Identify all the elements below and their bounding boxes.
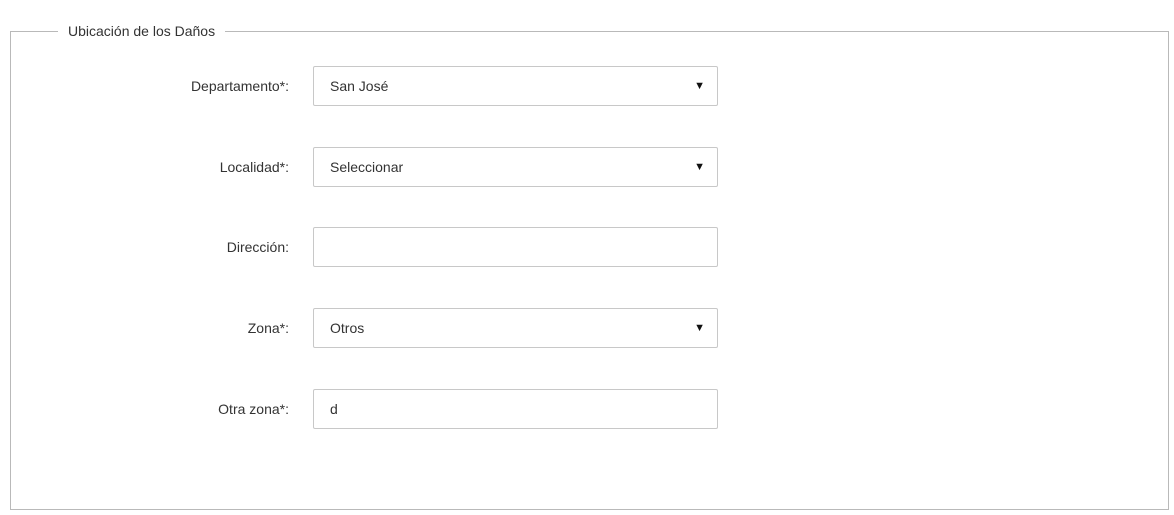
- chevron-down-icon: ▼: [694, 161, 705, 173]
- departamento-row: Departamento*: San José ▼: [0, 66, 1174, 106]
- departamento-select[interactable]: San José ▼: [313, 66, 718, 106]
- zona-select[interactable]: Otros ▼: [313, 308, 718, 348]
- departamento-label: Departamento*:: [190, 78, 289, 94]
- otra-zona-row: Otra zona*: d: [0, 389, 1174, 429]
- fieldset-legend: Ubicación de los Daños: [58, 22, 226, 40]
- departamento-value: San José: [330, 78, 389, 94]
- zona-value: Otros: [330, 320, 365, 336]
- chevron-down-icon: ▼: [694, 80, 705, 92]
- localidad-select[interactable]: Seleccionar ▼: [313, 147, 718, 187]
- localidad-value: Seleccionar: [330, 159, 404, 175]
- direccion-row: Dirección:: [0, 227, 1174, 267]
- localidad-row: Localidad*: Seleccionar ▼: [0, 147, 1174, 187]
- zona-row: Zona*: Otros ▼: [0, 308, 1174, 348]
- otra-zona-value: d: [330, 401, 338, 417]
- otra-zona-input[interactable]: d: [313, 389, 718, 429]
- form-frame: Ubicación de los Daños Departamento*: Sa…: [0, 0, 1174, 515]
- localidad-label: Localidad*:: [219, 159, 289, 175]
- otra-zona-label: Otra zona*:: [218, 401, 289, 417]
- direccion-label: Dirección:: [226, 239, 289, 255]
- direccion-input[interactable]: [313, 227, 718, 267]
- chevron-down-icon: ▼: [694, 322, 705, 334]
- zona-label: Zona*:: [247, 320, 289, 336]
